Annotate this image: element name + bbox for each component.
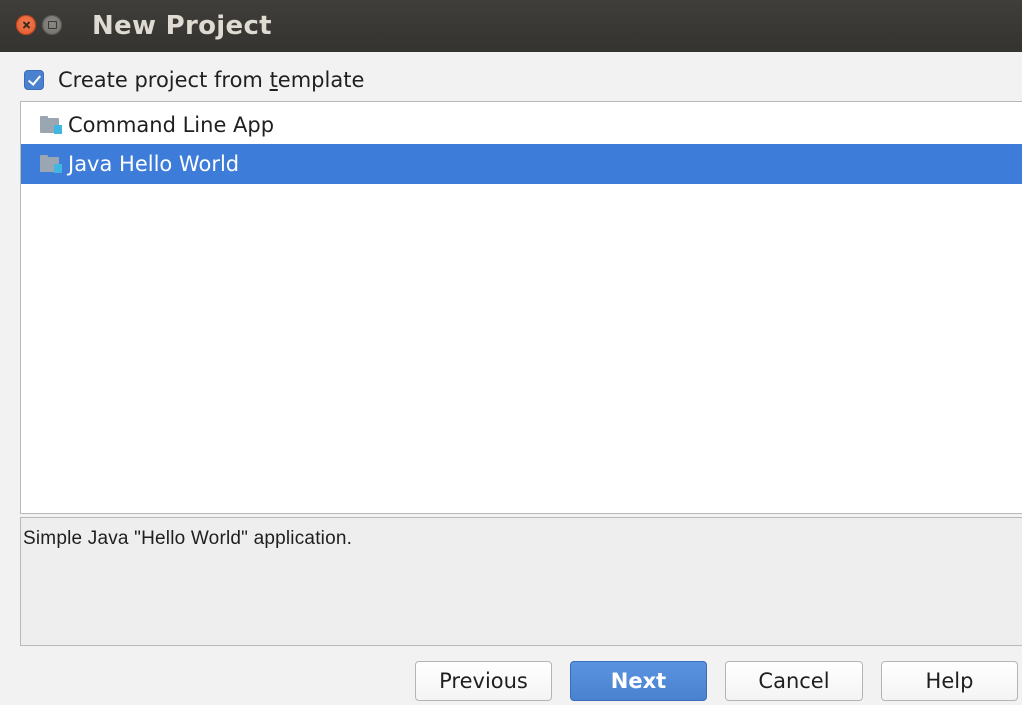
title-bar[interactable]: New Project (0, 0, 1022, 52)
list-item-label: Command Line App (68, 113, 275, 137)
next-button[interactable]: Next (570, 661, 707, 701)
folder-module-icon (40, 155, 62, 173)
mnemonic-letter: t (269, 68, 278, 92)
template-list[interactable]: Command Line App Java Hello World (20, 101, 1022, 514)
folder-module-icon (40, 116, 62, 134)
maximize-icon[interactable] (42, 15, 62, 35)
create-from-template-label[interactable]: Create project from template (58, 68, 364, 92)
template-description: Simple Java "Hello World" application. (23, 528, 353, 549)
list-item-label: Java Hello World (68, 152, 240, 176)
label-part: emplate (277, 68, 365, 92)
previous-button[interactable]: Previous (415, 661, 552, 701)
window-title: New Project (92, 11, 272, 41)
help-button[interactable]: Help (881, 661, 1018, 701)
close-icon[interactable] (16, 15, 36, 35)
list-item-java-hello-world[interactable]: Java Hello World (21, 144, 1022, 184)
new-project-dialog: New Project Create project from template… (0, 0, 1022, 705)
cancel-button[interactable]: Cancel (725, 661, 863, 701)
create-from-template-checkbox[interactable] (24, 70, 44, 90)
create-from-template-option[interactable]: Create project from template (24, 66, 364, 94)
template-description-panel: Simple Java "Hello World" application. (20, 517, 1022, 646)
list-item-command-line-app[interactable]: Command Line App (21, 105, 1022, 145)
label-part: Create project from (58, 68, 270, 92)
